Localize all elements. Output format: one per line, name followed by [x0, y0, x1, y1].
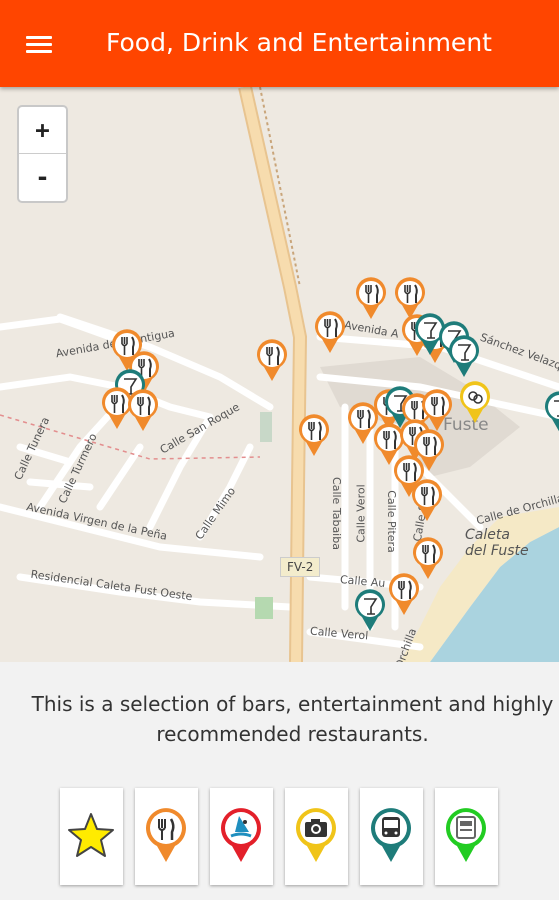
category-restaurants[interactable]: [135, 788, 198, 885]
bar-marker[interactable]: [543, 389, 559, 435]
restaurant-marker[interactable]: [410, 477, 444, 523]
category-transport[interactable]: [360, 788, 423, 885]
category-favorites[interactable]: [60, 788, 123, 885]
category-sightseeing[interactable]: [285, 788, 348, 885]
atm-icon: [446, 808, 486, 862]
description-text: This is a selection of bars, entertainme…: [31, 692, 554, 746]
app-bar: Food, Drink and Entertainment: [0, 0, 559, 87]
map-label: Calle Verol: [354, 484, 368, 543]
restaurant-marker[interactable]: [297, 412, 331, 458]
bus-icon: [371, 808, 411, 862]
page-title: Food, Drink and Entertainment: [106, 28, 492, 57]
restaurant-marker[interactable]: [255, 337, 289, 383]
menu-icon[interactable]: [14, 22, 66, 66]
entertainment-marker[interactable]: [458, 379, 492, 425]
windsurf-icon: [221, 808, 261, 862]
bar-marker[interactable]: [353, 587, 387, 633]
restaurant-marker[interactable]: [313, 309, 347, 355]
map-label: Caleta del Fuste: [465, 527, 529, 559]
zoom-out-button[interactable]: -: [19, 154, 66, 201]
category-water-sports[interactable]: [210, 788, 273, 885]
map-label: Calle Pitera: [384, 490, 398, 553]
fork-knife-icon: [146, 808, 186, 862]
star-icon: [68, 813, 114, 857]
road-shield: FV-2: [280, 557, 321, 577]
map-label: Calle Tabaiba: [329, 477, 343, 550]
restaurant-marker[interactable]: [126, 387, 160, 433]
restaurant-marker[interactable]: [411, 535, 445, 581]
map-view[interactable]: + - Avenida de la Antigua Calle Tunera C…: [0, 87, 559, 662]
bar-marker[interactable]: [447, 333, 481, 379]
category-atm[interactable]: [435, 788, 498, 885]
restaurant-marker[interactable]: [354, 275, 388, 321]
bottom-panel: This is a selection of bars, entertainme…: [0, 662, 559, 900]
camera-icon: [296, 808, 336, 862]
zoom-control: + -: [17, 105, 68, 203]
zoom-in-button[interactable]: +: [19, 107, 66, 154]
